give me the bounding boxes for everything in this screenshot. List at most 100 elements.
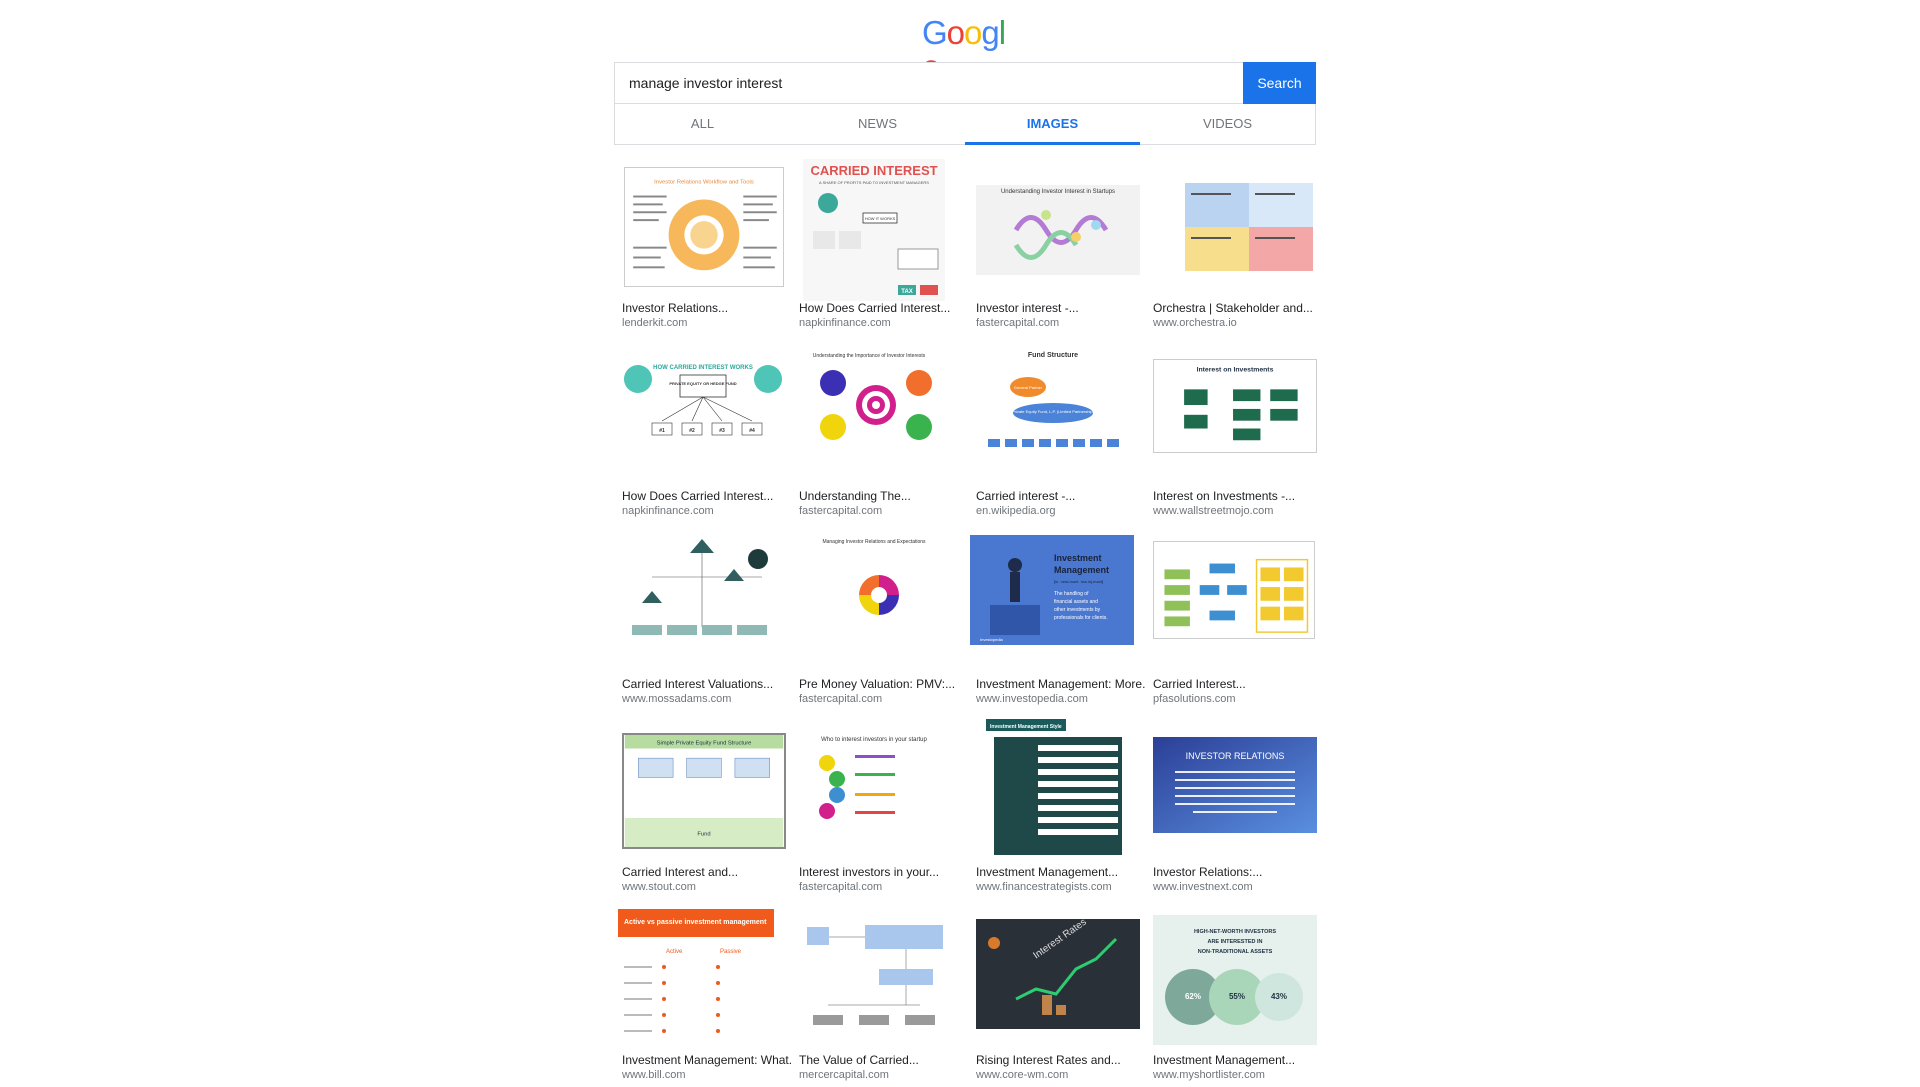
thumb-rising-interest-rates: Interest Rates [976,919,1140,1029]
image-result[interactable]: Interest Rates Rising Interest Rates and… [968,907,1140,1087]
result-source: lenderkit.com [622,317,688,329]
result-source: en.wikipedia.org [976,505,1056,517]
tab-images[interactable]: IMAGES [965,104,1140,145]
image-result[interactable]: Investor Relations Workflow and Tools In… [614,155,784,335]
result-thumbnail: Investment Management Style [986,719,1126,861]
result-caption[interactable]: Investment Management: What... [622,1053,792,1067]
result-caption[interactable]: Investor interest -... [976,301,1146,315]
result-source: napkinfinance.com [622,505,714,517]
logo-letter-l: l [998,14,1006,51]
result-caption[interactable]: Rising Interest Rates and... [976,1053,1146,1067]
results-row: Active vs passive investment management … [614,907,1317,1087]
google-logo[interactable]: Google [922,14,1022,84]
search-button[interactable]: Search [1243,62,1316,104]
result-caption[interactable]: Interest on Investments -... [1153,489,1323,503]
result-caption[interactable]: Investment Management... [1153,1053,1323,1067]
result-thumbnail: HIGH-NET-WORTH INVESTORS ARE INTERESTED … [1153,915,1317,1045]
image-result[interactable]: Fund Structure General Partner Private E… [968,343,1138,523]
thumb-title-1: HIGH-NET-WORTH INVESTORS [1194,929,1276,935]
result-thumbnail: Simple Private Equity Fund Structure Fun… [622,733,786,849]
thumb-center: PRIVATE EQUITY OR HEDGE FUND [669,381,736,386]
thumb-investment-management-style: Investment Management Style [986,719,1122,855]
thumb-brand: Investopedia [980,637,1003,642]
result-caption[interactable]: Carried Interest and... [622,865,792,879]
image-result[interactable]: HOW CARRIED INTEREST WORKS PRIVATE EQUIT… [614,343,784,523]
image-result[interactable]: Carried Interest... pfasolutions.com [1145,531,1315,711]
result-caption[interactable]: Carried Interest... [1153,677,1323,691]
logo-letter-g2: g [981,14,999,51]
image-result[interactable]: INVESTOR RELATIONS Investor Relations:..… [1145,719,1317,899]
thumb-stakeholder-matrix [1185,183,1313,271]
image-result[interactable]: Who to interest investors in your startu… [791,719,961,899]
thumb-active-vs-passive: Active vs passive investment management … [618,909,774,1033]
result-caption[interactable]: How Does Carried Interest... [799,301,969,315]
result-caption[interactable]: Investor Relations... [622,301,792,315]
result-thumbnail: Understanding the Importance of Investor… [799,349,939,449]
thumb-p3: 43% [1271,992,1287,1001]
image-result[interactable]: Understanding Investor Interest in Start… [968,155,1140,335]
thumb-title-1: Investment [1054,553,1102,563]
result-caption[interactable]: How Does Carried Interest... [622,489,792,503]
image-result[interactable]: Orchestra | Stakeholder and... www.orche… [1145,155,1315,335]
image-result[interactable]: CARRIED INTEREST A SHARE OF PROFITS PAID… [791,155,961,335]
result-thumbnail: Interest Rates [976,919,1140,1029]
image-result[interactable]: Investment Management [in-ˈvest-mənt ˈma… [968,531,1146,711]
result-thumbnail: HOW CARRIED INTEREST WORKS PRIVATE EQUIT… [622,361,784,445]
result-thumbnail [622,537,784,647]
logo-letter-g: G [922,14,948,51]
tab-all[interactable]: ALL [615,104,790,144]
results-row: Investor Relations Workflow and Tools In… [614,155,1316,335]
result-source: fastercapital.com [799,505,883,517]
result-caption[interactable]: Pre Money Valuation: PMV:... [799,677,969,691]
result-caption[interactable]: Interest investors in your... [799,865,969,879]
results-row: Simple Private Equity Fund Structure Fun… [614,719,1317,899]
image-result[interactable]: Active vs passive investment management … [614,907,792,1087]
thumb-value-of-carried-interest [807,925,943,1025]
result-caption[interactable]: Investment Management... [976,865,1146,879]
result-caption[interactable]: Understanding The... [799,489,969,503]
thumb-gp: General Partner [1014,385,1043,390]
result-source: www.investnext.com [1153,881,1253,893]
thumb-interest-investors-startup: Who to interest investors in your startu… [819,737,928,819]
thumb-investopedia-investment-management: Investment Management [in-ˈvest-mənt ˈma… [980,553,1109,642]
image-result[interactable]: Interest on Investments Interest on Inve… [1145,343,1317,523]
result-caption[interactable]: The Value of Carried... [799,1053,969,1067]
result-source: www.core-wm.com [976,1069,1069,1081]
image-result[interactable]: Simple Private Equity Fund Structure Fun… [614,719,786,899]
thumb-body-3: other investments by [1054,607,1101,613]
result-thumbnail: Active vs passive investment management … [618,909,774,1049]
thumb-title: Simple Private Equity Fund Structure [657,741,752,747]
image-result[interactable]: The Value of Carried... mercercapital.co… [791,907,961,1087]
result-caption[interactable]: Investor Relations:... [1153,865,1323,879]
result-caption[interactable]: Investment Management: More... [976,677,1146,691]
thumb-interest-on-investments: Interest on Investments [1184,367,1298,441]
thumb-howitworks: HOW IT WORKS [865,216,896,221]
thumb-how-carried-interest-works: HOW CARRIED INTEREST WORKS PRIVATE EQUIT… [624,365,782,436]
image-result[interactable]: Understanding the Importance of Investor… [791,343,961,523]
image-result[interactable]: Investment Management Style Investment M… [968,719,1138,899]
thumb-n3: #3 [719,428,725,434]
image-result[interactable]: Managing Investor Relations and Expectat… [791,531,961,711]
thumb-title: Interest on Investments [1197,367,1274,374]
tab-news[interactable]: NEWS [790,104,965,144]
thumb-title-2: Management [1054,565,1109,575]
thumb-simple-pe-fund-structure: Simple Private Equity Fund Structure Fun… [624,735,784,847]
image-result[interactable]: HIGH-NET-WORTH INVESTORS ARE INTERESTED … [1145,907,1317,1087]
result-source: pfasolutions.com [1153,693,1236,705]
result-caption[interactable]: Carried Interest Valuations... [622,677,792,691]
result-thumbnail [1153,181,1315,275]
search-input[interactable] [615,63,1242,103]
result-source: www.investopedia.com [976,693,1088,705]
thumb-fund: Fund [697,831,710,837]
result-source: www.financestrategists.com [976,881,1112,893]
result-caption[interactable]: Orchestra | Stakeholder and... [1153,301,1323,315]
thumb-title: INVESTOR RELATIONS [1186,751,1285,761]
results-row: Carried Interest Valuations... www.mossa… [614,531,1316,711]
result-thumbnail [1153,541,1315,639]
thumb-n2: #2 [689,428,695,434]
image-result[interactable]: Carried Interest Valuations... www.mossa… [614,531,784,711]
tab-videos[interactable]: VIDEOS [1140,104,1315,144]
thumb-title: Understanding Investor Interest in Start… [1001,189,1115,195]
result-caption[interactable]: Carried interest -... [976,489,1146,503]
result-source: www.orchestra.io [1153,317,1237,329]
